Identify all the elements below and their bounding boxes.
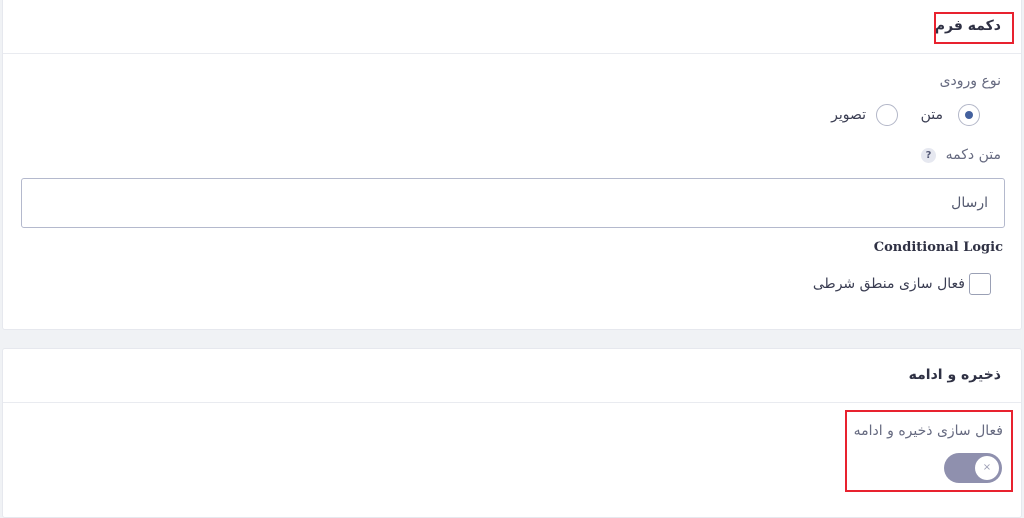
input-type-label: نوع ورودی (939, 73, 1001, 89)
radio-text-option[interactable] (958, 104, 980, 126)
enable-conditional-label: فعال سازی منطق شرطی (812, 276, 965, 292)
radio-image-option[interactable] (876, 104, 898, 126)
highlight-box-title (934, 12, 1014, 44)
enable-conditional-checkbox[interactable] (969, 273, 991, 295)
highlight-box-toggle (845, 410, 1013, 492)
help-icon[interactable]: ? (921, 148, 936, 163)
panel-header: ذخیره و ادامه (3, 349, 1021, 403)
panel-title-save-continue: ذخیره و ادامه (908, 367, 1001, 383)
panel-header: دکمه فرم (3, 0, 1021, 54)
radio-text-label: متن (920, 107, 943, 123)
button-text-label: متن دکمه (945, 147, 1001, 163)
button-text-input[interactable] (21, 178, 1005, 228)
conditional-logic-heading: Conditional Logic (873, 240, 1003, 255)
form-button-panel: دکمه فرم نوع ورودی متن تصویر متن دکمه ? … (2, 0, 1022, 330)
radio-image-label: تصویر (831, 107, 866, 123)
